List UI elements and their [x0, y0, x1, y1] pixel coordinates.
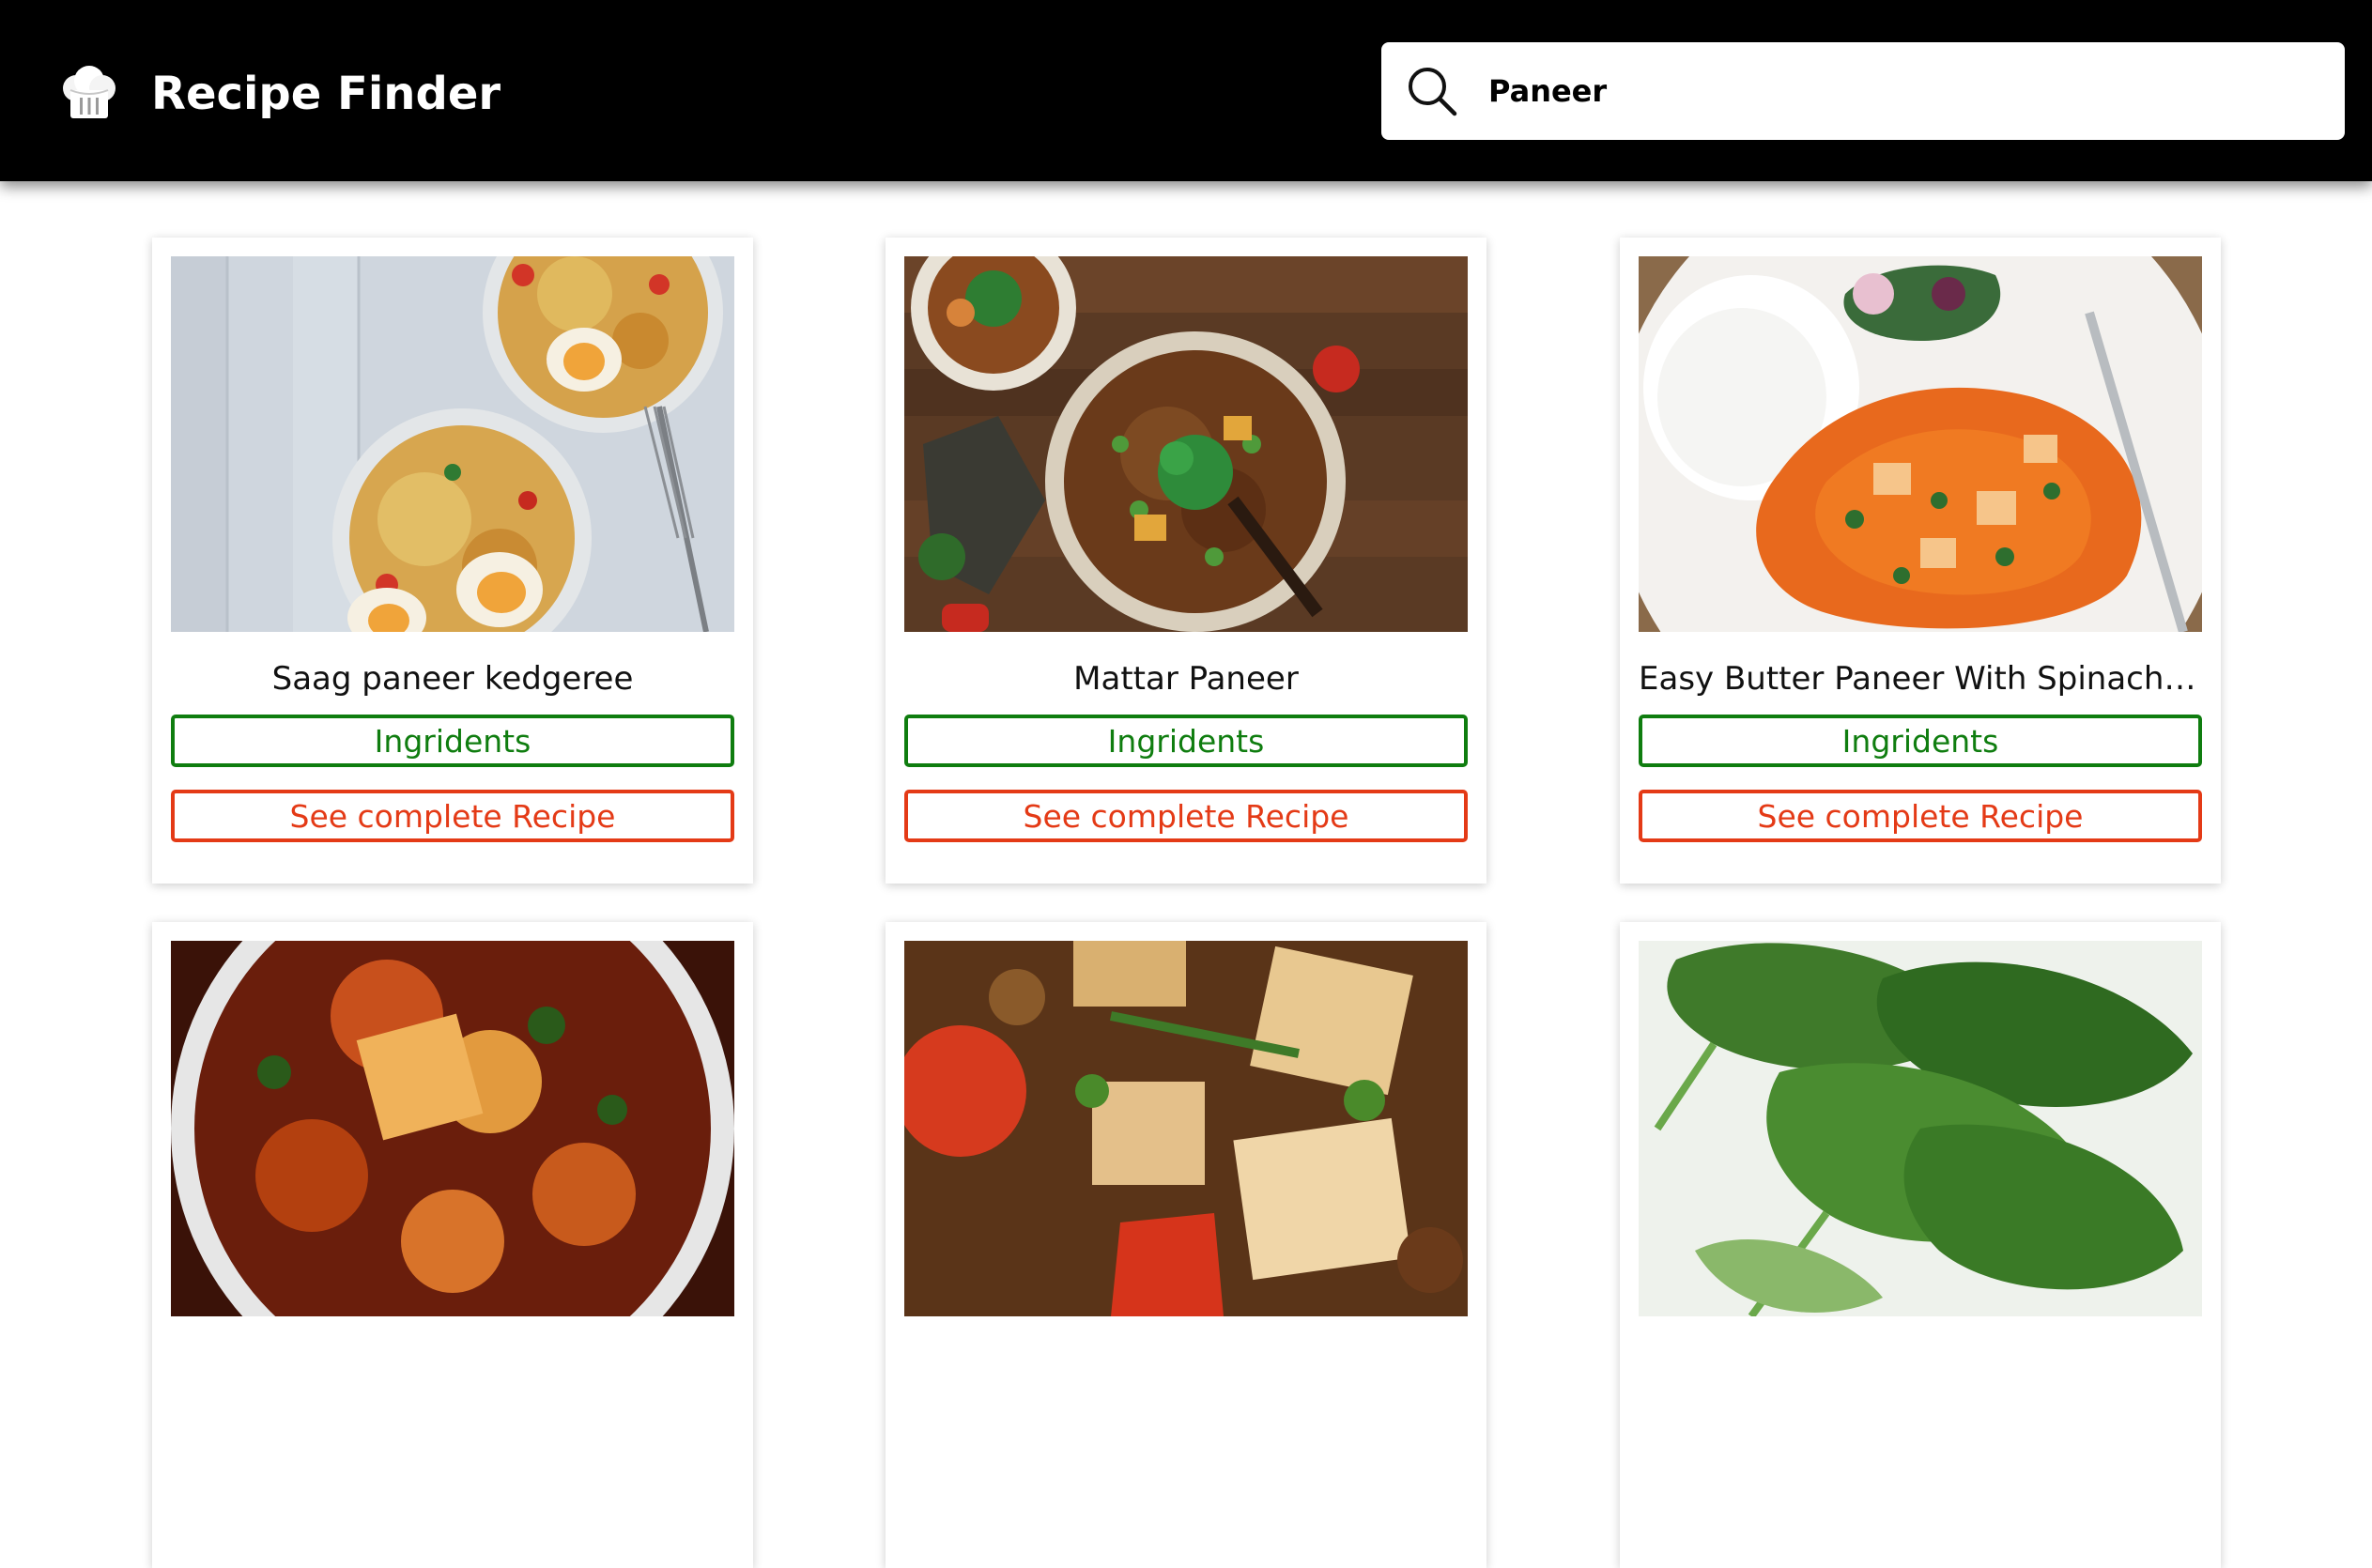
navbar: Recipe Finder [0, 0, 2372, 181]
recipe-image [171, 256, 734, 632]
recipe-grid: Saag paneer kedgeree Ingridents See comp… [0, 0, 2372, 1568]
ingredients-button[interactable]: Ingridents [171, 715, 734, 767]
brand[interactable]: Recipe Finder [59, 64, 501, 124]
chef-hat-icon [59, 66, 119, 122]
recipe-card: Mattar Paneer Ingridents See complete Re… [886, 238, 1486, 884]
recipe-card [886, 922, 1486, 1568]
recipe-image [1639, 941, 2202, 1316]
see-recipe-button[interactable]: See complete Recipe [171, 790, 734, 842]
search-input[interactable] [1488, 42, 2315, 140]
recipe-card [152, 922, 753, 1568]
see-recipe-button[interactable]: See complete Recipe [904, 790, 1468, 842]
recipe-title: Mattar Paneer [1073, 660, 1299, 698]
search-icon[interactable] [1404, 63, 1460, 119]
recipe-image [171, 941, 734, 1316]
recipe-card: Easy Butter Paneer With Spinach R... Ing… [1620, 238, 2221, 884]
recipe-card: Saag paneer kedgeree Ingridents See comp… [152, 238, 753, 884]
recipe-image [904, 941, 1468, 1316]
recipe-image [1639, 256, 2202, 632]
ingredients-button[interactable]: Ingridents [904, 715, 1468, 767]
ingredients-button[interactable]: Ingridents [1639, 715, 2202, 767]
app-title: Recipe Finder [151, 68, 501, 120]
recipe-title: Easy Butter Paneer With Spinach R... [1639, 660, 2202, 698]
recipe-title: Saag paneer kedgeree [271, 660, 634, 698]
recipe-card [1620, 922, 2221, 1568]
recipe-image [904, 256, 1468, 632]
see-recipe-button[interactable]: See complete Recipe [1639, 790, 2202, 842]
search-box[interactable] [1381, 42, 2345, 140]
